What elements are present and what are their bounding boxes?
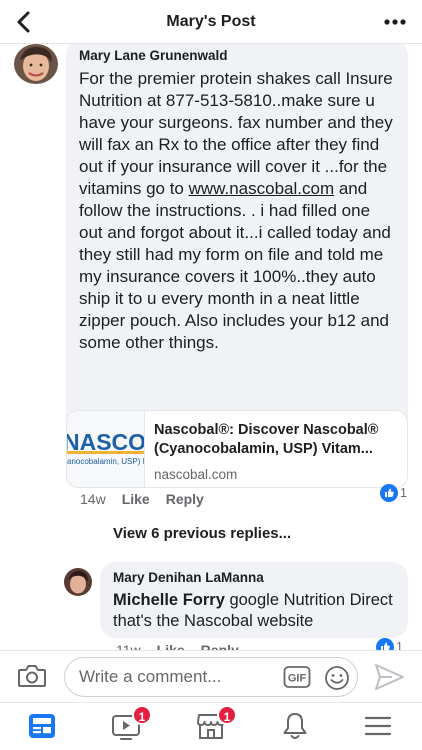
logo-accent-stripe (67, 451, 144, 454)
view-previous-replies-link[interactable]: View 6 previous replies... (113, 525, 291, 542)
like-reaction-icon (380, 484, 398, 502)
profile-photo-icon (14, 44, 58, 84)
comment-text-part: and follow the instructions. . i had fil… (79, 179, 391, 352)
bottom-tab-bar: 1 1 (0, 702, 422, 750)
link-preview-card[interactable]: NASCO yanocobalamin, USP) I Nascobal®: D… (66, 410, 408, 488)
comments-thread[interactable]: Mary Lane Grunenwald For the premier pro… (0, 44, 422, 650)
reply-bubble[interactable]: Mary Denihan LaManna Michelle Forry goog… (100, 562, 408, 638)
news-feed-icon (29, 714, 55, 738)
reaction-badge[interactable]: 1 (380, 484, 407, 502)
link-preview-thumbnail: NASCO yanocobalamin, USP) I (67, 411, 145, 487)
emoji-icon[interactable] (323, 664, 351, 692)
like-reaction-icon (376, 638, 394, 650)
more-options-icon[interactable] (382, 8, 408, 36)
comment-actions: 14w Like Reply (80, 491, 204, 507)
avatar[interactable] (64, 568, 92, 596)
comment-input-box[interactable]: GIF (64, 657, 358, 697)
profile-photo-icon (64, 568, 92, 596)
tab-watch[interactable]: 1 (110, 705, 152, 743)
tab-menu[interactable] (362, 711, 396, 743)
reply-button[interactable]: Reply (201, 642, 239, 650)
notification-badge: 1 (217, 705, 237, 725)
reaction-count: 1 (400, 486, 407, 500)
comment-input[interactable] (79, 664, 279, 690)
comment-composer: GIF (0, 650, 422, 702)
send-icon[interactable] (372, 661, 406, 693)
bell-icon (283, 713, 307, 739)
camera-icon[interactable] (16, 661, 48, 691)
comment-time: 14w (80, 491, 106, 507)
reaction-badge[interactable]: 1 (376, 638, 403, 650)
notification-badge: 1 (132, 705, 152, 725)
comment-time: 11w (116, 642, 141, 650)
tab-marketplace[interactable]: 1 (195, 705, 237, 743)
tab-notifications[interactable] (279, 711, 313, 743)
top-bar: Mary's Post (0, 0, 422, 44)
tab-news-feed[interactable] (26, 711, 60, 743)
like-button[interactable]: Like (157, 642, 185, 650)
comment-author[interactable]: Mary Denihan LaManna (113, 570, 396, 585)
reply-button[interactable]: Reply (166, 491, 204, 507)
page-title: Mary's Post (166, 13, 256, 30)
nascobal-logo: NASCO yanocobalamin, USP) I (67, 429, 145, 466)
reaction-count: 1 (396, 640, 403, 650)
comment-text: Michelle Forry google Nutrition Direct t… (113, 590, 396, 632)
hamburger-menu-icon (364, 716, 392, 736)
comment-text: For the premier protein shakes call Insu… (79, 68, 396, 354)
comment-actions: 11w Like Reply (116, 642, 239, 650)
mention-link[interactable]: Michelle Forry (113, 591, 225, 609)
link-preview-title[interactable]: Nascobal®: Discover Nascobal® (Cyanocoba… (154, 421, 402, 459)
comment-link[interactable]: www.nascobal.com (189, 179, 335, 198)
gif-icon[interactable]: GIF (283, 665, 311, 689)
link-preview-domain: nascobal.com (154, 467, 238, 482)
comment-author[interactable]: Mary Lane Grunenwald (79, 48, 396, 63)
like-button[interactable]: Like (122, 491, 150, 507)
gif-label: GIF (288, 673, 307, 685)
avatar[interactable] (14, 44, 58, 84)
comment-bubble[interactable]: Mary Lane Grunenwald For the premier pro… (66, 44, 408, 451)
